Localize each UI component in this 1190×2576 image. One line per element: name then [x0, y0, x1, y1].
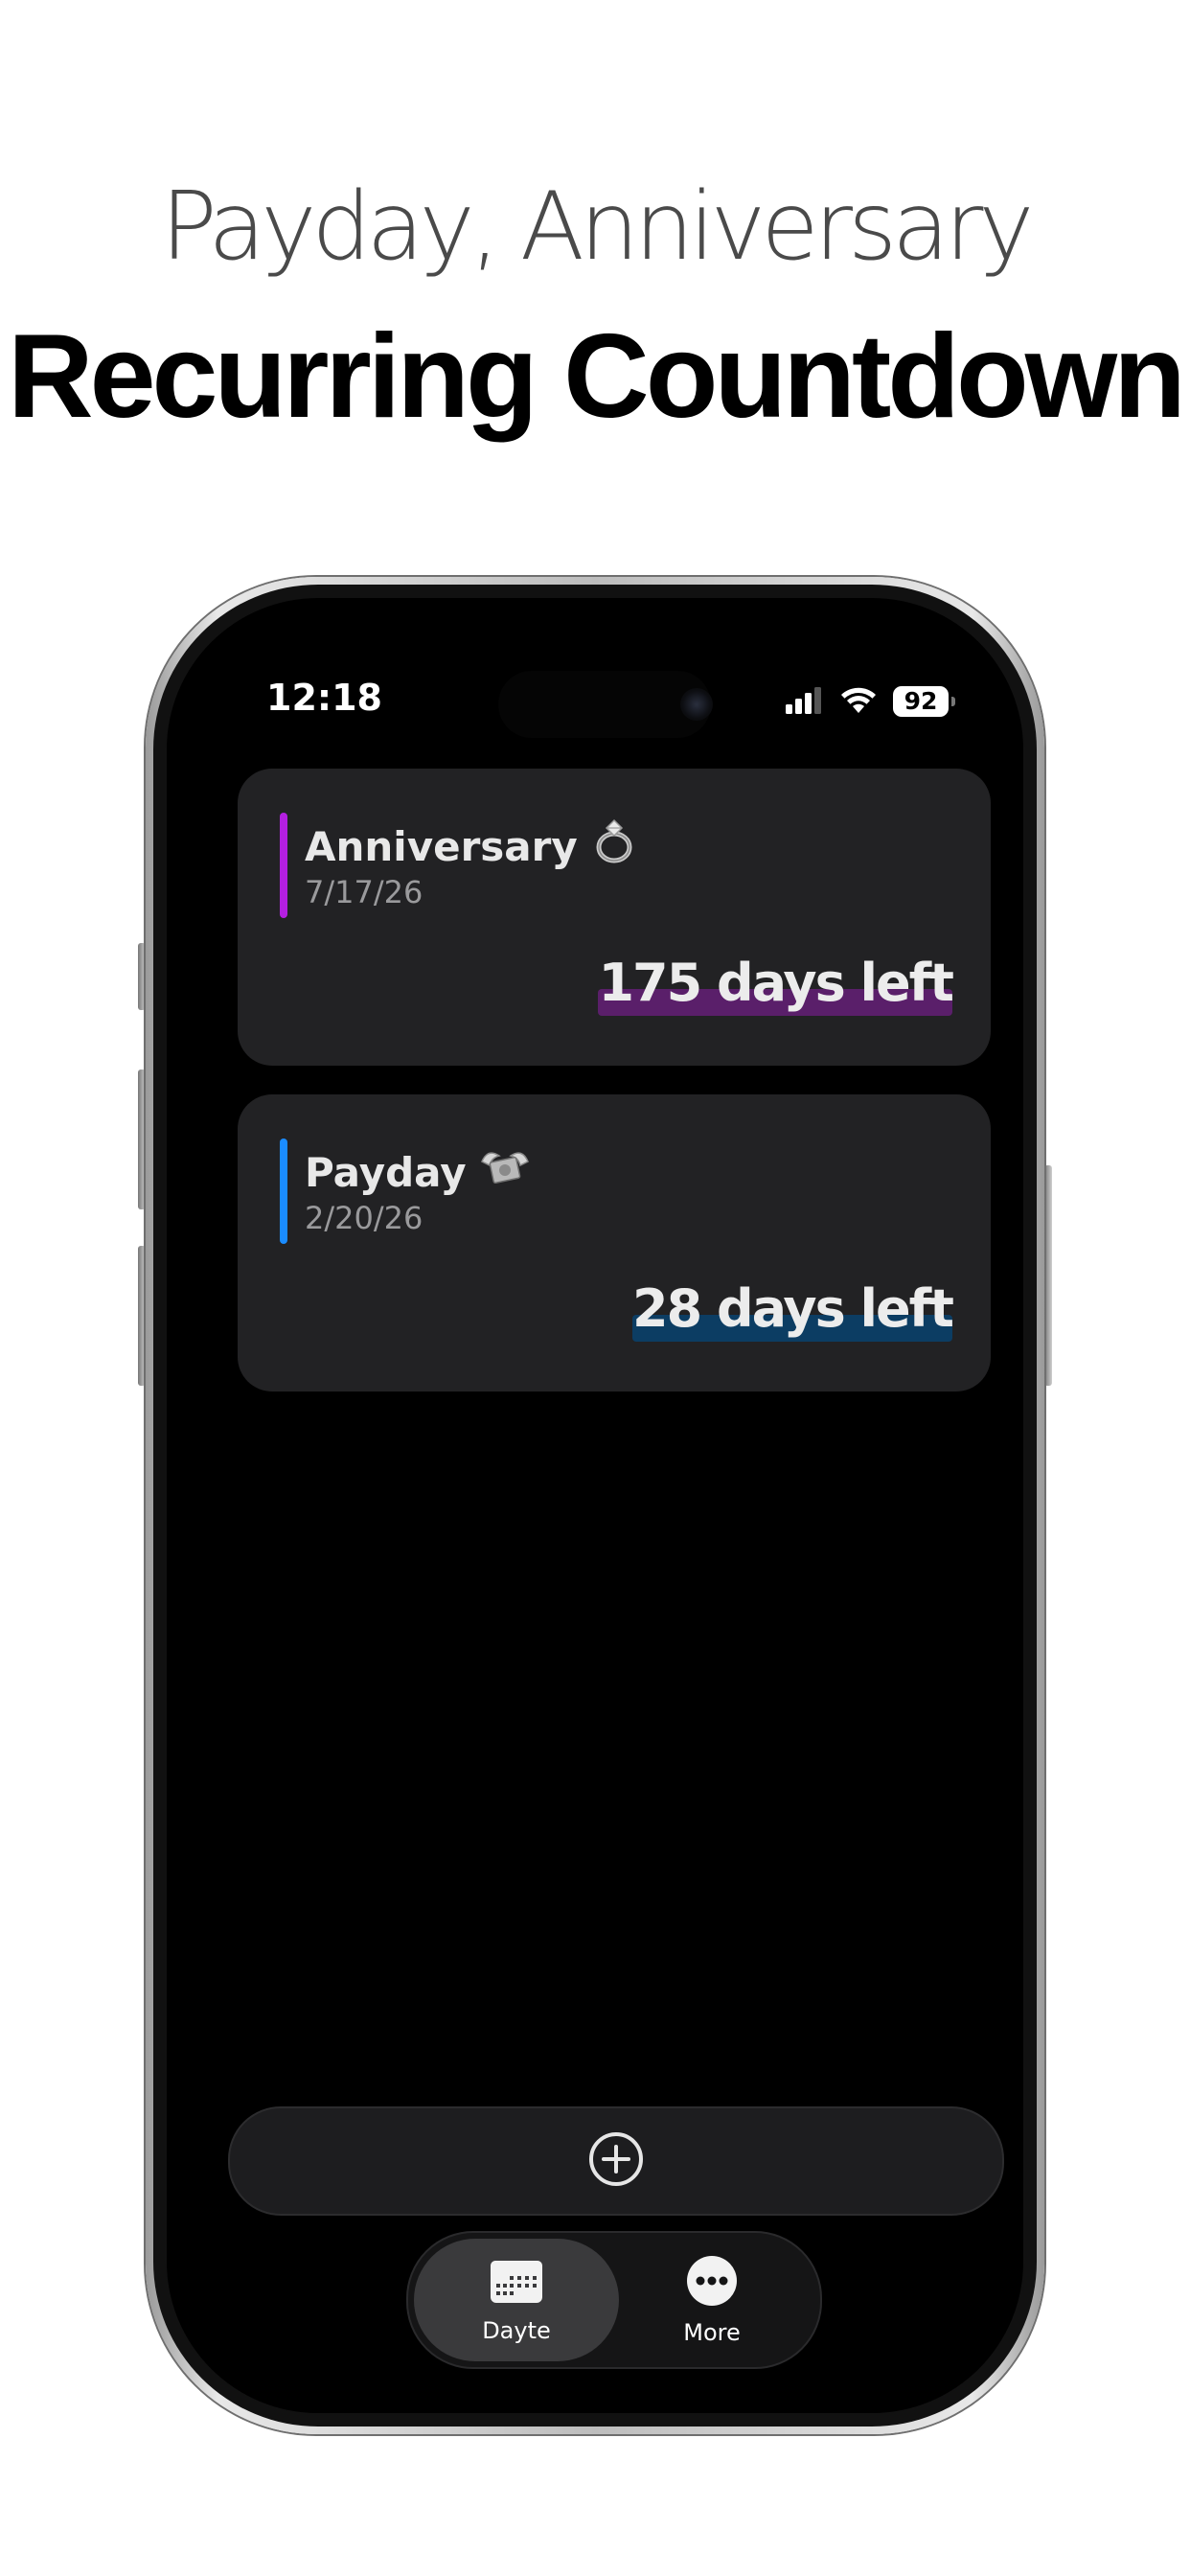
promo-title: Recurring Countdown — [8, 310, 1186, 443]
tab-dayte[interactable]: Dayte — [414, 2239, 619, 2361]
status-time: 12:18 — [266, 677, 382, 719]
phone-bezel: 12:18 92 Anniversary 7/17/26 175 days le… — [153, 585, 1037, 2426]
status-indicators: 92 — [786, 682, 955, 721]
action-button — [138, 943, 146, 1010]
calendar-icon — [489, 2257, 544, 2310]
tab-label: Dayte — [482, 2316, 551, 2344]
front-camera — [680, 688, 713, 721]
wifi-icon — [839, 685, 878, 719]
countdown-card-anniversary[interactable]: Anniversary 7/17/26 175 days left — [238, 769, 991, 1066]
card-title: Payday — [305, 1142, 532, 1202]
dynamic-island — [498, 671, 711, 738]
card-date: 7/17/26 — [305, 874, 423, 910]
card-title-text: Anniversary — [305, 822, 578, 870]
phone-screen: 12:18 92 Anniversary 7/17/26 175 days le… — [167, 598, 1023, 2413]
promo-subtitle: Payday, Anniversary — [160, 172, 1035, 282]
ring-icon — [589, 816, 639, 876]
countdown-card-payday[interactable]: Payday 2/20/26 28 days left — [238, 1094, 991, 1392]
power-button — [1044, 1165, 1052, 1386]
days-left-label: 28 days left — [632, 1278, 954, 1342]
days-left-text: 175 days left — [598, 953, 954, 1013]
battery-icon: 92 — [893, 686, 955, 717]
volume-down-button — [138, 1246, 146, 1386]
card-title-text: Payday — [305, 1148, 467, 1196]
days-left-text: 28 days left — [632, 1278, 954, 1339]
tab-bar: Dayte More — [406, 2231, 822, 2369]
card-title: Anniversary — [305, 816, 639, 876]
tab-label: More — [683, 2318, 741, 2346]
card-date: 2/20/26 — [305, 1200, 423, 1236]
phone-frame: 12:18 92 Anniversary 7/17/26 175 days le… — [146, 577, 1044, 2434]
card-accent-bar — [280, 813, 287, 918]
plus-circle-icon — [587, 2130, 645, 2193]
add-countdown-button[interactable] — [228, 2106, 1004, 2216]
ellipsis-circle-icon — [686, 2255, 738, 2312]
tab-more[interactable]: More — [609, 2239, 814, 2361]
cellular-signal-icon — [786, 685, 824, 719]
days-left-label: 175 days left — [598, 953, 954, 1016]
card-accent-bar — [280, 1138, 287, 1244]
volume-up-button — [138, 1070, 146, 1209]
money-with-wings-icon — [478, 1142, 532, 1202]
